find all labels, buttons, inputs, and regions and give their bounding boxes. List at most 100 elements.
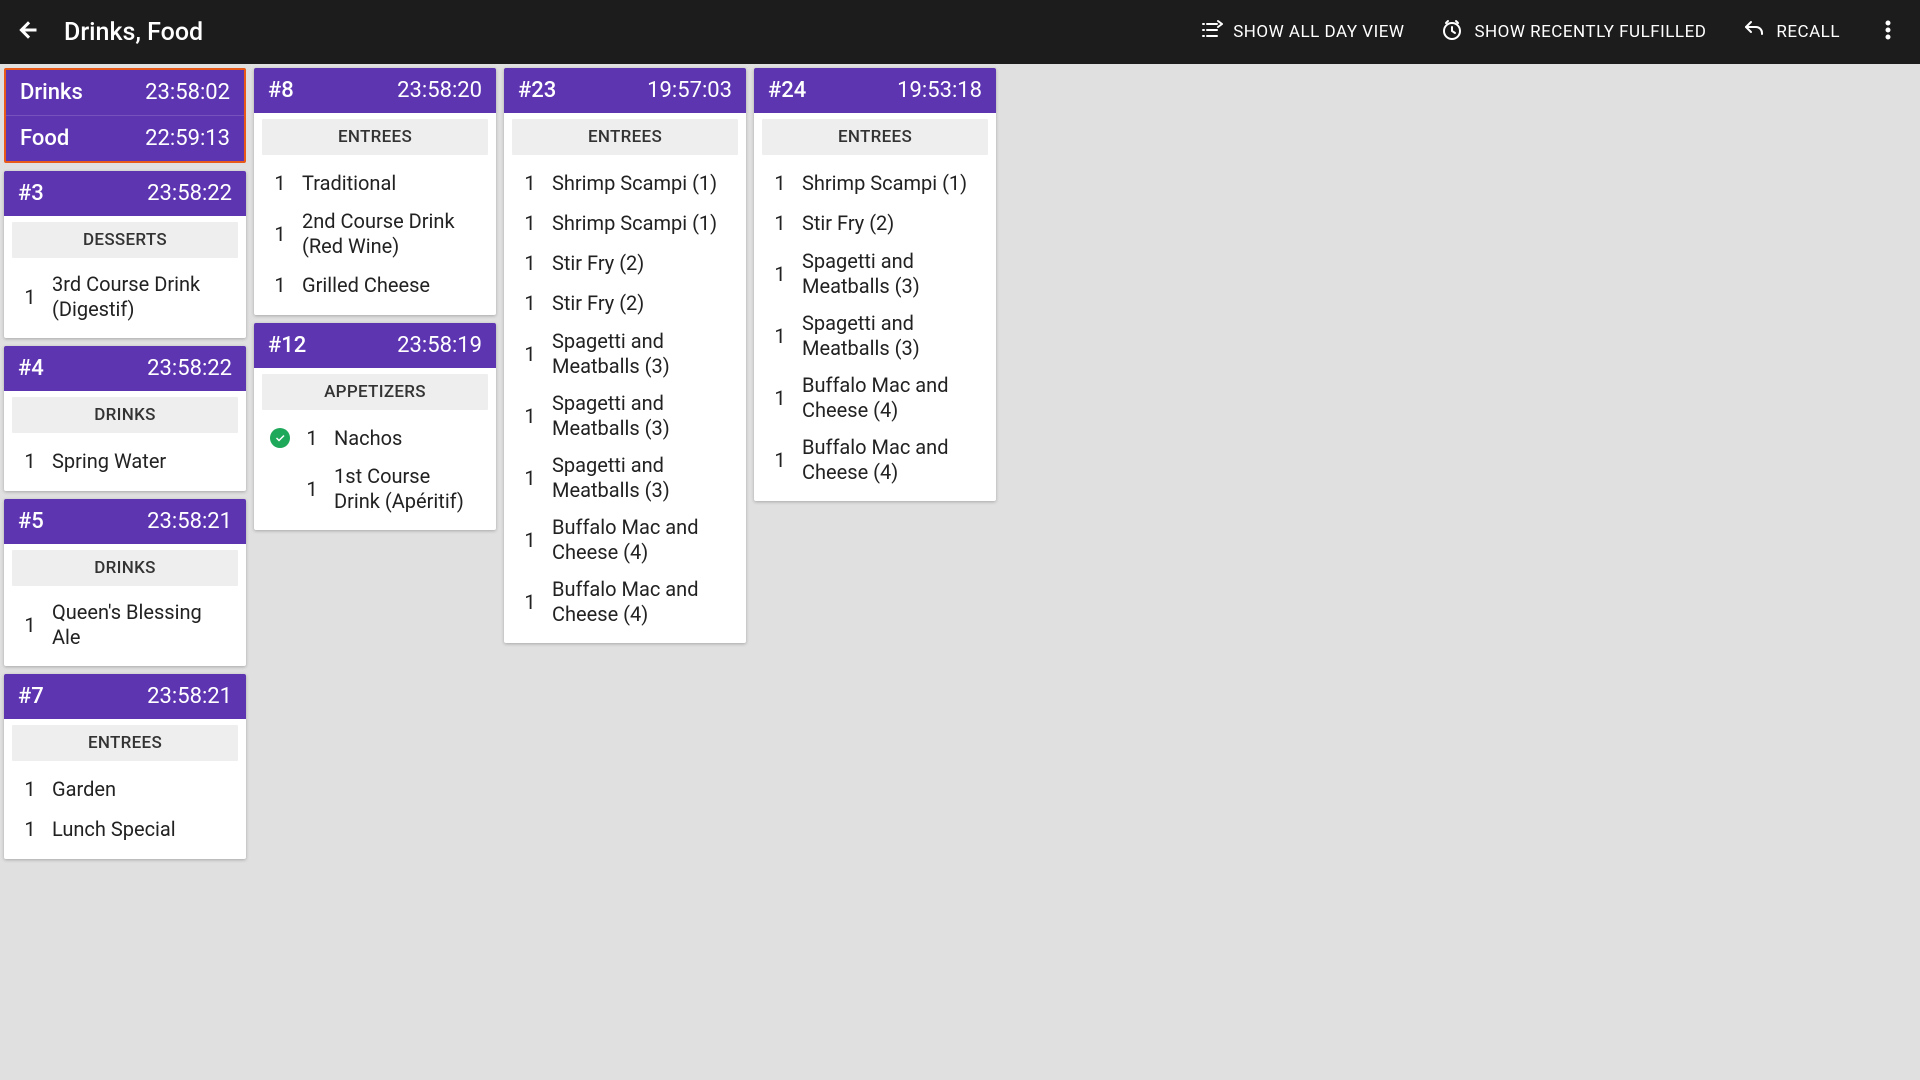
ticket[interactable]: #1223:58:19APPETIZERS1Nachos11st Course …	[254, 323, 496, 530]
line-item-name: Shrimp Scampi (1)	[802, 171, 980, 196]
line-item[interactable]: 1Stir Fry (2)	[762, 203, 988, 243]
line-item[interactable]: 1Nachos	[262, 418, 488, 458]
line-item-name: Traditional	[302, 171, 480, 196]
station-row-food: Food22:59:13	[6, 116, 244, 161]
undo-icon	[1742, 18, 1766, 47]
line-item[interactable]: 1Buffalo Mac and Cheese (4)	[762, 367, 988, 429]
line-item-qty: 1	[20, 817, 40, 841]
ticket-time: 19:57:03	[647, 78, 732, 103]
line-item-qty: 1	[520, 404, 540, 428]
ticket-id: #12	[268, 333, 306, 358]
line-item-qty: 1	[270, 273, 290, 297]
line-item-name: 1st Course Drink (Apéritif)	[334, 464, 480, 514]
ticket-column: #823:58:20ENTREES1Traditional12nd Course…	[254, 68, 496, 530]
recall-button[interactable]: RECALL	[1742, 18, 1840, 47]
ticket-id: #3	[18, 181, 44, 206]
line-item-name: Stir Fry (2)	[802, 211, 980, 236]
ticket-column: Drinks23:58:02Food22:59:13#323:58:22DESS…	[4, 68, 246, 859]
ticket-header: #2419:53:18	[754, 68, 996, 113]
line-items: 1Garden1Lunch Special	[4, 769, 246, 859]
line-item-qty: 1	[270, 222, 290, 246]
line-item-qty: 1	[520, 466, 540, 490]
ticket[interactable]: #423:58:22 DRINKS 1Spring Water	[4, 346, 246, 491]
line-item[interactable]: 1Garden	[12, 769, 238, 809]
line-item-name: Spring Water	[52, 449, 230, 474]
ticket[interactable]: #823:58:20ENTREES1Traditional12nd Course…	[254, 68, 496, 315]
line-item[interactable]: 1Buffalo Mac and Cheese (4)	[512, 509, 738, 571]
section-label: ENTREES	[12, 725, 238, 761]
section-label: ENTREES	[512, 119, 738, 155]
line-item[interactable]: 1Stir Fry (2)	[512, 283, 738, 323]
section-label: ENTREES	[762, 119, 988, 155]
line-item-name: Spagetti and Meatballs (3)	[802, 311, 980, 361]
line-item-qty: 1	[520, 528, 540, 552]
line-item[interactable]: 1Spagetti and Meatballs (3)	[762, 243, 988, 305]
kds-board: Drinks23:58:02Food22:59:13#323:58:22DESS…	[0, 64, 1920, 863]
line-item-qty: 1	[302, 426, 322, 450]
line-item[interactable]: 1 Buffalo Mac and Cheese (4)	[512, 571, 738, 633]
header-actions: SHOW ALL DAY VIEW SHOW RECENTLY FULFILLE…	[1199, 18, 1900, 47]
ticket-id: #7	[18, 684, 44, 709]
line-item-name: Queen's Blessing Ale	[52, 600, 230, 650]
ticket[interactable]: #323:58:22DESSERTS13rd Course Drink (Dig…	[4, 171, 246, 338]
ticket-id: #23	[518, 78, 556, 103]
line-item[interactable]: 12nd Course Drink (Red Wine)	[262, 203, 488, 265]
station-row-drinks: Drinks23:58:02	[6, 70, 244, 116]
station-summary-ticket[interactable]: Drinks23:58:02Food22:59:13	[4, 68, 246, 163]
section-label: DRINKS	[12, 397, 238, 433]
line-item[interactable]: 1Spagetti and Meatballs (3)	[512, 323, 738, 385]
line-item-qty: 1	[520, 171, 540, 195]
line-item[interactable]: 1Lunch Special	[12, 809, 238, 849]
line-item[interactable]: 11st Course Drink (Apéritif)	[262, 458, 488, 520]
line-item[interactable]: 1Traditional	[262, 163, 488, 203]
show-all-day-button[interactable]: SHOW ALL DAY VIEW	[1199, 18, 1404, 47]
line-item-qty: 1	[520, 590, 540, 614]
list-icon	[1199, 18, 1223, 47]
line-item[interactable]: 1 Stir Fry (2)	[512, 243, 738, 283]
line-item[interactable]: 1Shrimp Scampi (1)	[762, 163, 988, 203]
line-item-name: 3rd Course Drink (Digestif)	[52, 272, 230, 322]
line-item[interactable]: 1 Spagetti and Meatballs (3)	[512, 447, 738, 509]
section-label: DRINKS	[12, 550, 238, 586]
line-item-name: Spagetti and Meatballs (3)	[552, 391, 730, 441]
ticket-time: 19:53:18	[897, 78, 982, 103]
back-icon[interactable]	[16, 18, 40, 46]
line-item-qty: 1	[770, 262, 790, 286]
ticket[interactable]: #2419:53:18ENTREES1Shrimp Scampi (1)1Sti…	[754, 68, 996, 501]
line-item[interactable]: 1 Shrimp Scampi (1)	[512, 163, 738, 203]
line-item-name: Spagetti and Meatballs (3)	[552, 453, 730, 503]
page-title: Drinks, Food	[64, 18, 203, 47]
line-item[interactable]: 1Queen's Blessing Ale	[12, 594, 238, 656]
line-item-qty: 1	[770, 386, 790, 410]
line-item[interactable]: 13rd Course Drink (Digestif)	[12, 266, 238, 328]
line-item-name: Shrimp Scampi (1)	[552, 211, 730, 236]
line-items: 1Shrimp Scampi (1)1Stir Fry (2)1Spagetti…	[754, 163, 996, 501]
ticket-time: 23:58:22	[147, 356, 232, 381]
line-item[interactable]: 1 Spagetti and Meatballs (3)	[762, 305, 988, 367]
ticket[interactable]: #523:58:21DRINKS1Queen's Blessing Ale	[4, 499, 246, 666]
line-item[interactable]: 1 Spagetti and Meatballs (3)	[512, 385, 738, 447]
ticket-header: #12 23:58:19	[254, 323, 496, 368]
line-item-qty: 1	[520, 251, 540, 275]
line-item-name: Stir Fry (2)	[552, 251, 730, 276]
ticket-time: 23:58:21	[147, 509, 232, 534]
ticket-id: #8	[268, 78, 294, 103]
section-label: DESSERTS	[12, 222, 238, 258]
line-item-name: Grilled Cheese	[302, 273, 480, 298]
more-icon[interactable]	[1876, 18, 1900, 46]
line-item[interactable]: 1Buffalo Mac and Cheese (4)	[762, 429, 988, 491]
header-left: Drinks, Food	[16, 18, 203, 47]
station-time: 22:59:13	[145, 126, 230, 151]
show-recently-fulfilled-button[interactable]: SHOW RECENTLY FULFILLED	[1440, 18, 1706, 47]
ticket-header: #423:58:22	[4, 346, 246, 391]
line-item[interactable]: 1Spring Water	[12, 441, 238, 481]
recall-label: RECALL	[1776, 22, 1840, 42]
ticket[interactable]: #23 19:57:03 ENTREES 1 Shrimp Scampi (1) 1 Shr…	[504, 68, 746, 643]
line-item-qty: 1	[770, 324, 790, 348]
ticket-time: 23:58:19	[397, 333, 482, 358]
line-item[interactable]: 1Shrimp Scampi (1)	[512, 203, 738, 243]
line-item-name: Buffalo Mac and Cheese (4)	[552, 577, 730, 627]
line-item-name: Shrimp Scampi (1)	[552, 171, 730, 196]
line-item[interactable]: 1 Grilled Cheese	[262, 265, 488, 305]
ticket[interactable]: #723:58:21ENTREES1Garden1Lunch Special	[4, 674, 246, 859]
